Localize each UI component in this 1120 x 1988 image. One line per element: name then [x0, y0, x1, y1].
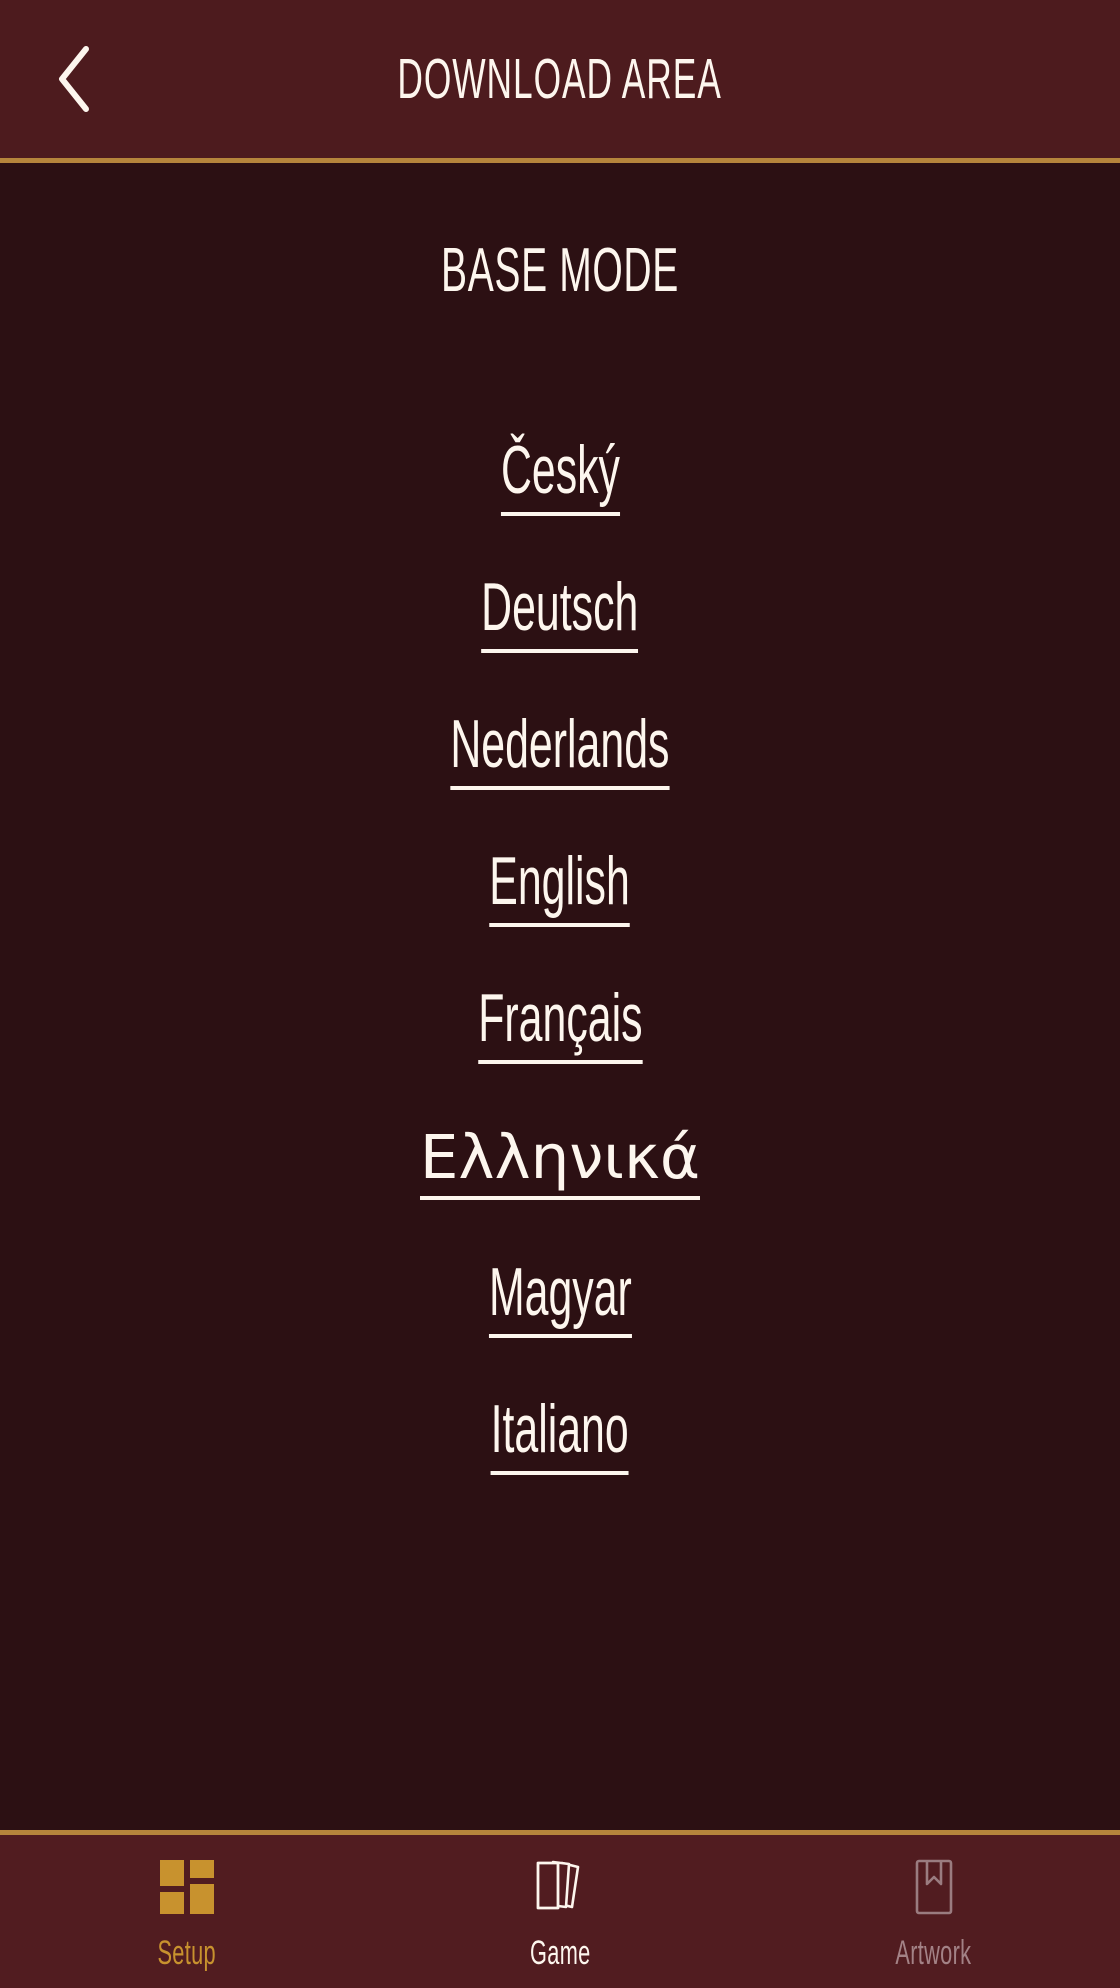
page-title: DOWNLOAD AREA: [397, 47, 723, 111]
language-label: Français: [477, 982, 643, 1065]
app-screen: DOWNLOAD AREA BASE MODE Český Deutsch Ne…: [0, 0, 1120, 1988]
language-label: English: [489, 845, 631, 928]
tab-artwork[interactable]: Artwork: [747, 1835, 1120, 1988]
tab-setup[interactable]: Setup: [0, 1835, 373, 1988]
language-list: Český Deutsch Nederlands English Françai…: [0, 402, 1120, 1498]
language-option-deutsch[interactable]: Deutsch: [435, 539, 684, 676]
language-label: Ελληνικά: [419, 1125, 701, 1201]
language-option-francais[interactable]: Français: [430, 950, 691, 1087]
language-label: Italiano: [490, 1393, 630, 1476]
tab-label: Setup: [157, 1934, 216, 1972]
grid-tiles-icon: [158, 1856, 216, 1918]
back-button[interactable]: [36, 41, 112, 117]
language-label: Magyar: [488, 1256, 632, 1339]
language-label: Deutsch: [481, 571, 639, 654]
language-option-magyar[interactable]: Magyar: [447, 1224, 674, 1361]
header-bar: DOWNLOAD AREA: [0, 0, 1120, 163]
tab-game[interactable]: Game: [373, 1835, 746, 1988]
language-option-greek[interactable]: Ελληνικά: [419, 1087, 701, 1224]
content-area: BASE MODE Český Deutsch Nederlands Engli…: [0, 163, 1120, 1830]
tab-label: Game: [529, 1934, 591, 1972]
language-option-italiano[interactable]: Italiano: [450, 1361, 669, 1498]
book-bookmark-icon: [905, 1856, 961, 1918]
language-label: Nederlands: [450, 708, 670, 791]
bottom-tab-bar: Setup Game Artwork: [0, 1830, 1120, 1988]
cards-fan-icon: [529, 1856, 591, 1918]
language-option-english[interactable]: English: [448, 813, 671, 950]
language-option-cesky[interactable]: Český: [466, 402, 655, 539]
section-title: BASE MODE: [441, 236, 679, 305]
language-option-nederlands[interactable]: Nederlands: [386, 676, 734, 813]
chevron-left-icon: [52, 43, 96, 115]
tab-label: Artwork: [895, 1934, 972, 1972]
language-label: Český: [500, 434, 620, 517]
